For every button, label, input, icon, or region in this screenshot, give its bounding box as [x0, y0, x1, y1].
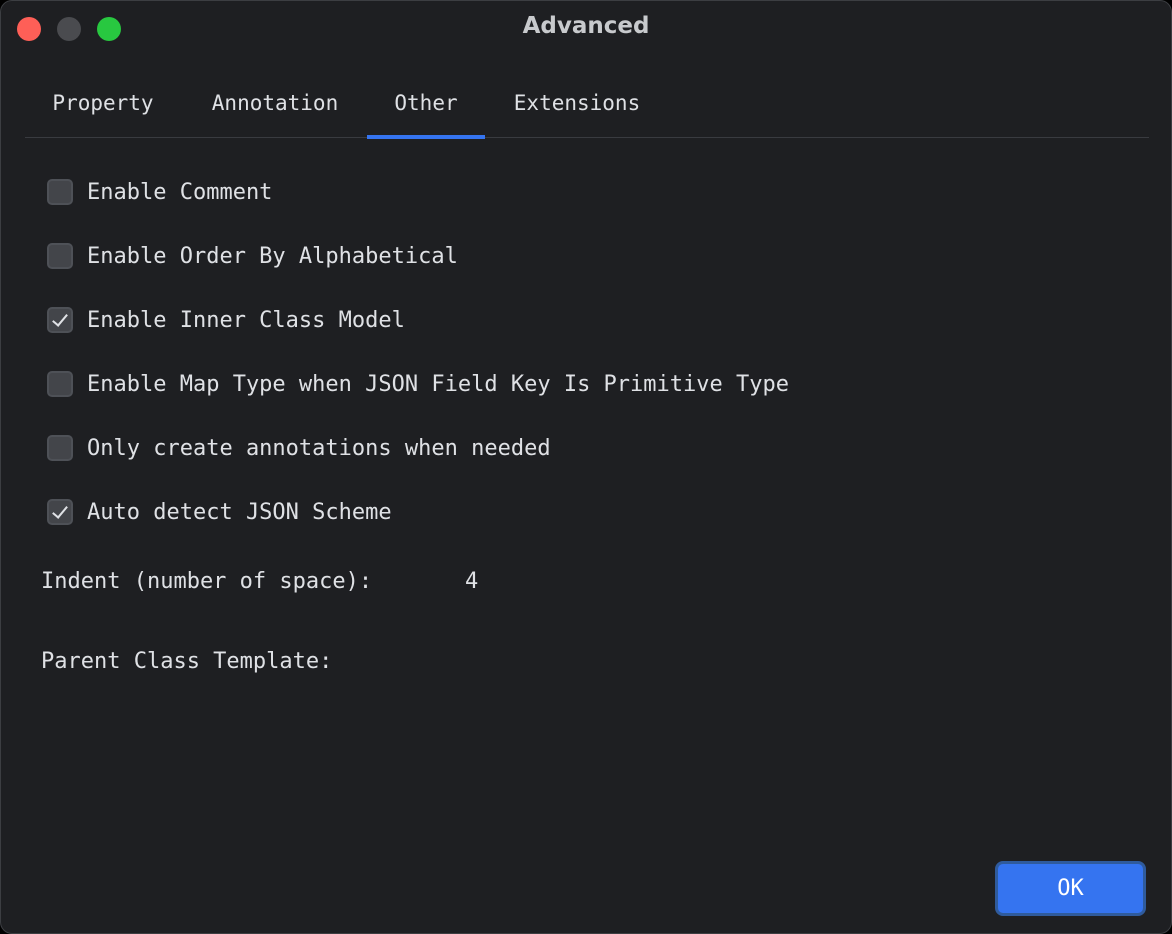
auto-detect-json-scheme-checkbox[interactable]	[47, 499, 73, 525]
option-enable-comment[interactable]: Enable Comment	[47, 177, 272, 207]
enable-inner-class-model-checkbox[interactable]	[47, 307, 73, 333]
title-bar[interactable]: Advanced	[1, 1, 1171, 55]
indent-label: Indent (number of space):	[41, 569, 373, 594]
only-create-annotations-checkbox[interactable]	[47, 435, 73, 461]
tab-bar: Property Annotation Other Extensions	[25, 71, 1149, 139]
option-label: Auto detect JSON Scheme	[87, 499, 392, 525]
advanced-dialog: Advanced Property Annotation Other Exten…	[0, 0, 1172, 934]
indent-input[interactable]	[465, 569, 525, 594]
tab-property[interactable]: Property	[25, 71, 181, 137]
option-only-create-annotations[interactable]: Only create annotations when needed	[47, 433, 551, 463]
parent-class-template-label: Parent Class Template:	[41, 649, 333, 674]
option-auto-detect-json-scheme[interactable]: Auto detect JSON Scheme	[47, 497, 392, 527]
option-label: Enable Order By Alphabetical	[87, 243, 458, 269]
tab-annotation[interactable]: Annotation	[195, 71, 355, 137]
enable-order-alphabetical-checkbox[interactable]	[47, 243, 73, 269]
option-enable-inner-class-model[interactable]: Enable Inner Class Model	[47, 305, 405, 335]
option-enable-map-type[interactable]: Enable Map Type when JSON Field Key Is P…	[47, 369, 789, 399]
option-label: Enable Map Type when JSON Field Key Is P…	[87, 371, 789, 397]
tab-other[interactable]: Other	[367, 71, 485, 139]
option-enable-order-alphabetical[interactable]: Enable Order By Alphabetical	[47, 241, 458, 271]
enable-comment-checkbox[interactable]	[47, 179, 73, 205]
option-label: Only create annotations when needed	[87, 435, 551, 461]
option-label: Enable Inner Class Model	[87, 307, 405, 333]
option-label: Enable Comment	[87, 179, 273, 205]
tab-extensions[interactable]: Extensions	[499, 71, 655, 137]
enable-map-type-checkbox[interactable]	[47, 371, 73, 397]
window-title: Advanced	[522, 13, 650, 39]
ok-button[interactable]: OK	[995, 861, 1146, 916]
